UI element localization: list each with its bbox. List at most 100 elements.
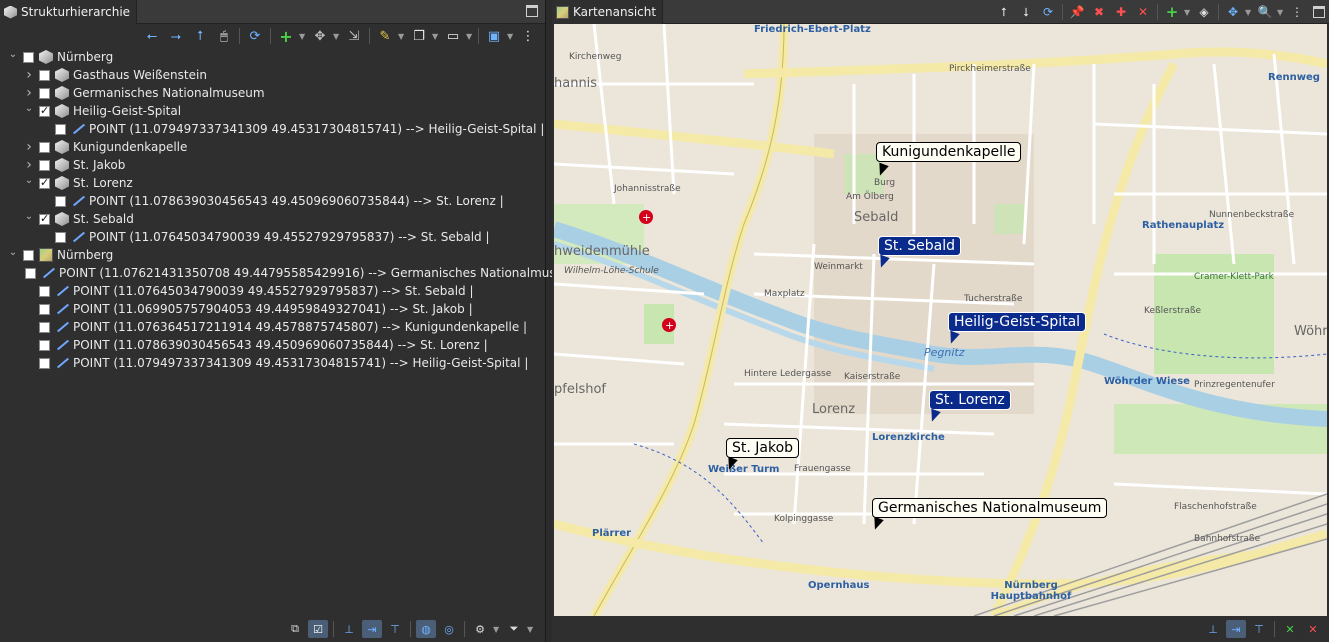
align-top-icon[interactable]: ⊥	[339, 620, 359, 638]
chevron-down-icon[interactable]: ⌄	[22, 103, 36, 114]
up-arrow-icon[interactable]: ⭡	[189, 26, 211, 46]
tree-checkbox[interactable]	[39, 176, 50, 189]
tab-map-view[interactable]: Kartenansicht	[552, 0, 664, 24]
tree-checkbox[interactable]	[23, 249, 34, 261]
chevron-right-icon[interactable]: ›	[22, 157, 36, 173]
chevron-down-icon[interactable]: ▼	[1277, 8, 1285, 17]
tree-row[interactable]: › St. Jakob	[0, 156, 545, 174]
tree-checkbox[interactable]	[39, 285, 50, 297]
pin-icon[interactable]: 📌	[1067, 2, 1087, 22]
chevron-down-icon[interactable]: ▼	[507, 32, 515, 41]
align-right-icon[interactable]: ⇥	[362, 620, 382, 638]
forward-arrow-icon[interactable]: ⭢	[165, 26, 187, 46]
filter-icon[interactable]: ⏷	[504, 620, 524, 638]
map-canvas[interactable]: + + Friedrich-Ebert-Platz Pirckheimerstr…	[554, 24, 1327, 616]
pencil-icon[interactable]: ✎	[374, 26, 396, 46]
globe-icon[interactable]: ◍	[416, 620, 436, 638]
align-right-icon[interactable]: ⇥	[1226, 620, 1246, 638]
chevron-down-icon[interactable]: ▼	[527, 625, 535, 634]
tree-row[interactable]: POINT (11.079497337341309 49.45317304815…	[0, 354, 545, 372]
chevron-down-icon[interactable]: ▼	[299, 32, 307, 41]
align-center-icon[interactable]: ⊤	[385, 620, 405, 638]
callout-st-lorenz[interactable]: St. Lorenz	[929, 390, 1011, 410]
tree-row[interactable]: ⌄ St. Sebald	[0, 210, 545, 228]
copy-icon[interactable]: ❐	[408, 26, 430, 46]
mouse-icon[interactable]: 🖱	[213, 26, 235, 46]
zoom-icon[interactable]: 🔍	[1255, 2, 1275, 22]
chevron-right-icon[interactable]: ›	[22, 67, 36, 83]
tree-row[interactable]: POINT (11.07621431350708 49.447955854299…	[0, 264, 590, 282]
tree-checkbox[interactable]	[39, 69, 50, 81]
tree-checkbox[interactable]	[39, 141, 50, 153]
tree-row[interactable]: POINT (11.079497337341309 49.45317304815…	[0, 120, 545, 138]
chevron-right-icon[interactable]: ›	[22, 85, 36, 101]
tree-checkbox[interactable]	[55, 231, 66, 243]
window-icon[interactable]: ▣	[483, 26, 505, 46]
chevron-down-icon[interactable]: ▼	[398, 32, 406, 41]
align-center-icon[interactable]: ⊤	[1249, 620, 1269, 638]
tree-checkbox[interactable]	[55, 123, 66, 135]
split-icon[interactable]: ⇲	[343, 26, 365, 46]
tree-row[interactable]: POINT (11.076364517211914 49.45788757458…	[0, 318, 545, 336]
add-icon[interactable]: +	[1162, 2, 1182, 22]
chevron-down-icon[interactable]: ▼	[466, 32, 474, 41]
callout-heilig-geist-spital[interactable]: Heilig-Geist-Spital	[948, 312, 1087, 332]
callout-st-jakob[interactable]: St. Jakob	[726, 438, 800, 458]
maximize-icon[interactable]	[1313, 6, 1325, 18]
pin-green-icon[interactable]: ✕	[1280, 620, 1300, 638]
back-arrow-icon[interactable]: ⭠	[141, 26, 163, 46]
more-menu-icon[interactable]: ⋮	[517, 26, 539, 46]
tree-checkbox[interactable]	[39, 212, 50, 225]
tree-checkbox[interactable]	[25, 267, 36, 279]
tree-checkbox[interactable]	[39, 303, 50, 315]
tree-checkbox[interactable]	[39, 321, 50, 333]
move-down-icon[interactable]: ⭣	[1016, 2, 1036, 22]
globe-outline-icon[interactable]: ◎	[439, 620, 459, 638]
tree-row[interactable]: POINT (11.07645034790039 49.455279297958…	[0, 228, 545, 246]
tree-checkbox[interactable]	[39, 159, 50, 171]
tree-row[interactable]: ⌄ St. Lorenz	[0, 174, 545, 192]
tree-row[interactable]: ⌄ Nürnberg	[0, 48, 545, 66]
chevron-down-icon[interactable]: ▼	[1184, 8, 1192, 17]
chevron-down-icon[interactable]: ▼	[1245, 8, 1253, 17]
tree-row[interactable]: POINT (11.078639030456543 49.45096906073…	[0, 192, 545, 210]
chevron-down-icon[interactable]: ⌄	[22, 211, 36, 222]
maximize-icon[interactable]	[526, 5, 538, 17]
pin-remove-icon[interactable]: ✕	[1133, 2, 1153, 22]
tree-row[interactable]: POINT (11.069905757904053 49.44959849327…	[0, 300, 545, 318]
move-icon[interactable]: ✥	[309, 26, 331, 46]
more-menu-icon[interactable]: ⋮	[1287, 2, 1307, 22]
layer-icon[interactable]: ◈	[1194, 2, 1214, 22]
chevron-right-icon[interactable]: ›	[22, 139, 36, 155]
refresh-icon[interactable]: ⟳	[244, 26, 266, 46]
align-top-icon[interactable]: ⊥	[1203, 620, 1223, 638]
chevron-down-icon[interactable]: ▼	[333, 32, 341, 41]
pan-icon[interactable]: ✥	[1223, 2, 1243, 22]
settings-icon[interactable]: ⚙	[470, 620, 490, 638]
chevron-down-icon[interactable]: ⌄	[22, 175, 36, 186]
chevron-down-icon[interactable]: ▼	[493, 625, 501, 634]
chevron-down-icon[interactable]: ⌄	[6, 49, 20, 60]
tree-checkbox[interactable]	[55, 195, 66, 207]
tree-checkbox[interactable]	[23, 51, 34, 63]
pin-red-icon[interactable]: ✕	[1303, 620, 1323, 638]
chevron-down-icon[interactable]: ⌄	[6, 247, 20, 258]
callout-germanisches-nationalmuseum[interactable]: Germanisches Nationalmuseum	[872, 498, 1108, 518]
tree-checkbox[interactable]	[39, 339, 50, 351]
pin-edit-icon[interactable]: ✖	[1089, 2, 1109, 22]
chevron-down-icon[interactable]: ▼	[432, 32, 440, 41]
pin-add-icon[interactable]: ✚	[1111, 2, 1131, 22]
tree-checkbox[interactable]	[39, 357, 50, 369]
tree-row[interactable]: POINT (11.07645034790039 49.455279297958…	[0, 282, 545, 300]
tree-row[interactable]: › Gasthaus Weißenstein	[0, 66, 545, 84]
tree-row[interactable]: › Kunigundenkapelle	[0, 138, 545, 156]
link-icon[interactable]: ⧉	[285, 620, 305, 638]
callout-kunigundenkapelle[interactable]: Kunigundenkapelle	[876, 142, 1022, 162]
refresh-icon[interactable]: ⟳	[1038, 2, 1058, 22]
checkbox-toggle-icon[interactable]: ☑	[308, 620, 328, 638]
move-up-icon[interactable]: ⭡	[994, 2, 1014, 22]
tree-row[interactable]: ⌄ Nürnberg	[0, 246, 545, 264]
tab-structure-hierarchy[interactable]: Strukturhierarchie	[0, 0, 138, 24]
tree-checkbox[interactable]	[39, 87, 50, 99]
tree-row[interactable]: › Germanisches Nationalmuseum	[0, 84, 545, 102]
